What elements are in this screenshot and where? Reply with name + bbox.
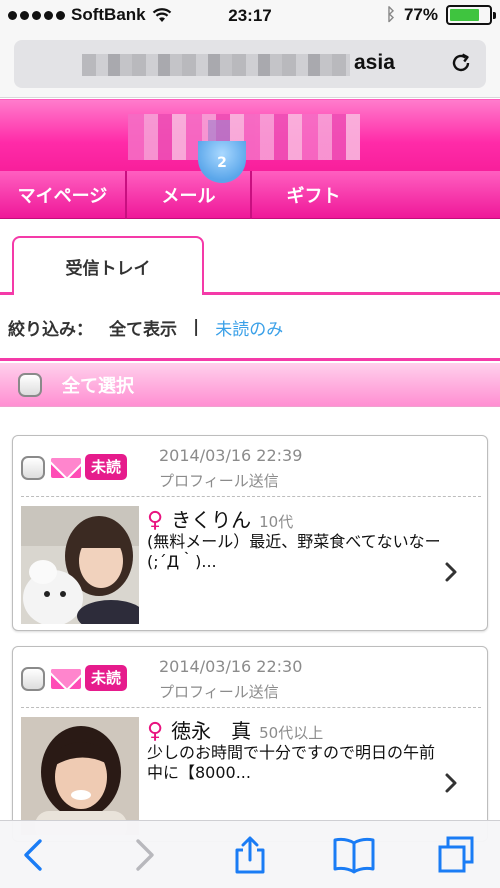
battery-percent: 77%	[403, 5, 438, 24]
card-divider	[21, 496, 481, 497]
sender-row: ♀ 徳永 真 50代以上	[147, 715, 323, 744]
sender-avatar[interactable]	[21, 506, 139, 624]
share-icon[interactable]	[230, 835, 270, 875]
envelope-icon	[51, 458, 81, 478]
sender-name: きくりん	[171, 508, 252, 532]
card-divider	[21, 707, 481, 708]
message-type: プロフィール送信	[159, 472, 279, 490]
unread-badge: 未読	[85, 665, 128, 691]
back-icon[interactable]	[14, 835, 54, 875]
bookmarks-icon[interactable]	[332, 835, 376, 875]
tabs-icon[interactable]	[436, 835, 476, 875]
sender-age: 10代	[259, 513, 294, 531]
message-preview: 少しのお時間で十分ですので明日の午前中に【8000...	[147, 743, 436, 782]
envelope-icon	[51, 669, 81, 689]
forward-icon	[136, 839, 154, 871]
message-date: 2014/03/16 22:30	[159, 657, 303, 676]
sender-avatar[interactable]	[21, 717, 139, 835]
filter-separator: |	[193, 317, 200, 337]
sender-age: 50代以上	[259, 724, 324, 742]
tab-underline-gap	[14, 292, 202, 295]
browser-address-area: asia	[0, 32, 500, 98]
message-preview: (無料メール）最近、野菜食べてないなー(;´Д｀)...	[147, 532, 441, 571]
sender-row: ♀ きくりん 10代	[147, 504, 293, 533]
battery-level-fill	[450, 9, 480, 21]
status-bar: SoftBank 23:17 ᛒ 77%	[0, 0, 500, 32]
url-redacted	[82, 54, 350, 76]
bluetooth-icon: ᛒ	[385, 5, 396, 24]
message-checkbox[interactable]	[21, 667, 45, 691]
site-header	[0, 99, 500, 171]
tab-inbox[interactable]: 受信トレイ	[12, 236, 204, 295]
chevron-right-icon[interactable]	[443, 772, 459, 794]
message-checkbox[interactable]	[21, 456, 45, 480]
female-icon: ♀	[147, 508, 164, 533]
filter-divider	[0, 358, 500, 361]
url-text: asia	[354, 51, 395, 74]
message-date: 2014/03/16 22:39	[159, 446, 303, 465]
browser-toolbar	[0, 820, 500, 888]
filter-label: 絞り込み：	[8, 319, 93, 340]
select-all-row[interactable]: 全て選択	[0, 363, 500, 407]
main-nav: マイページ メール ギフト	[0, 171, 500, 219]
female-icon: ♀	[147, 719, 164, 744]
message-card[interactable]: 未読 2014/03/16 22:30 プロフィール送信 ♀ 徳永 真 50代以…	[12, 646, 488, 842]
tab-bar: 受信トレイ	[0, 219, 500, 295]
message-card[interactable]: 未読 2014/03/16 22:39 プロフィール送信 ♀ きくりん 10代 …	[12, 435, 488, 631]
sender-name: 徳永 真	[171, 719, 252, 743]
filter-bar: 絞り込み： 全て表示 | 未読のみ	[0, 296, 500, 358]
filter-unread-only[interactable]: 未読のみ	[215, 315, 283, 340]
message-type: プロフィール送信	[159, 683, 279, 701]
select-all-checkbox[interactable]	[18, 372, 42, 397]
status-right: ᛒ 77%	[385, 5, 496, 25]
nav-gift[interactable]: ギフト	[250, 171, 375, 219]
chevron-right-icon[interactable]	[443, 561, 459, 583]
filter-show-all[interactable]: 全て表示	[109, 315, 177, 340]
battery-icon	[446, 5, 496, 25]
unread-badge: 未読	[85, 454, 128, 480]
address-bar[interactable]: asia	[14, 40, 486, 88]
nav-mypage[interactable]: マイページ	[0, 171, 125, 219]
select-all-label: 全て選択	[62, 375, 134, 397]
reload-icon[interactable]	[448, 50, 474, 76]
